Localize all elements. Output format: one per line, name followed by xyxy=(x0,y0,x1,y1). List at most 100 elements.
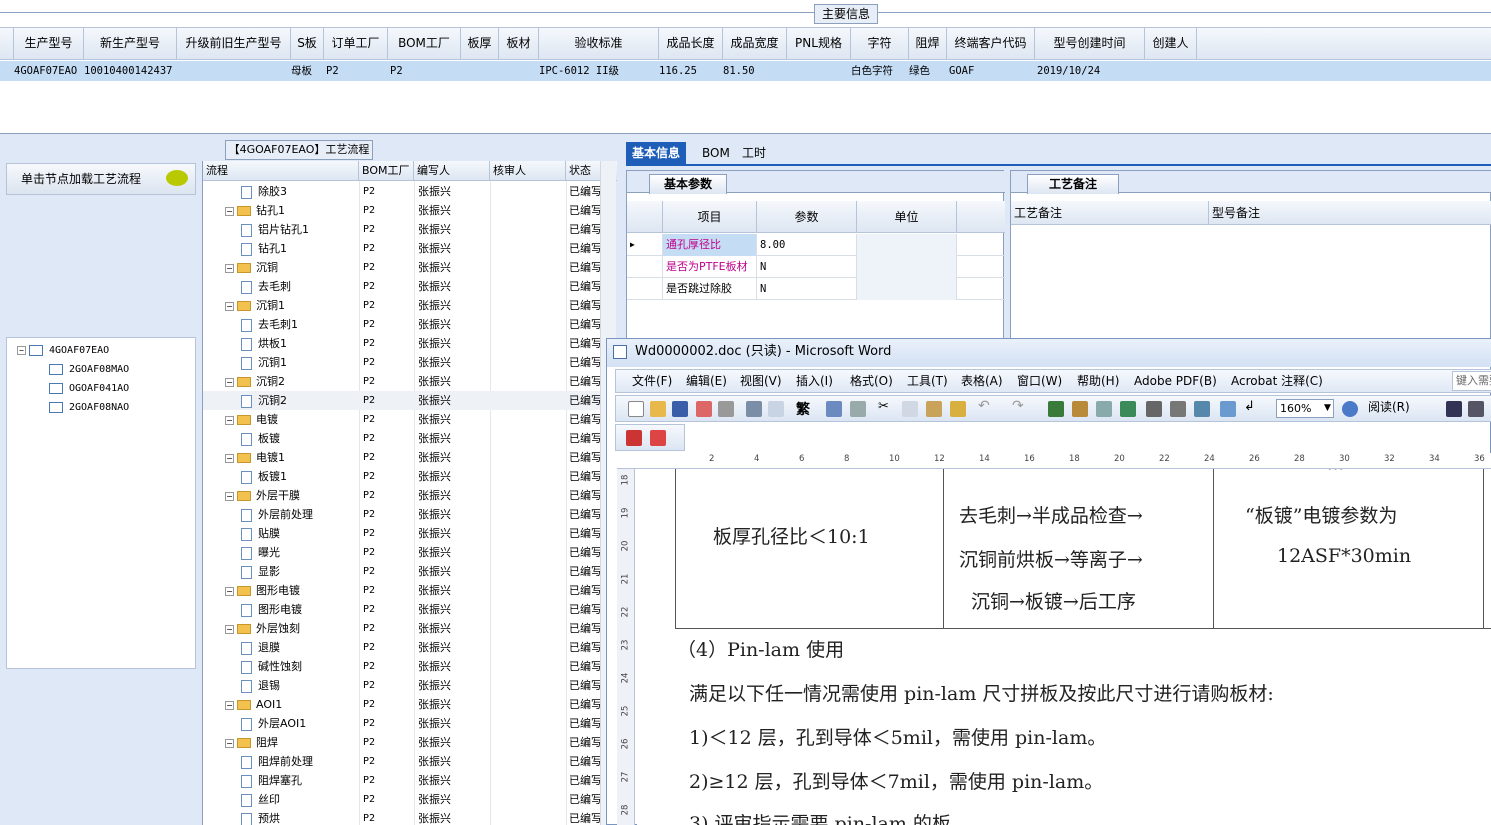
outline-icon[interactable] xyxy=(1468,401,1484,417)
col-header[interactable]: 编写人 xyxy=(414,161,490,181)
param-value[interactable]: N xyxy=(757,278,857,300)
col-header[interactable]: 型号备注 xyxy=(1209,201,1491,225)
table-row[interactable]: 烘板1 P2 张振兴 已编写 xyxy=(203,334,617,353)
help-icon[interactable] xyxy=(1342,401,1358,417)
paragraph-mark-icon[interactable]: ↲ xyxy=(1244,399,1260,415)
collapse-icon[interactable]: − xyxy=(225,700,234,710)
tree-node[interactable]: 2GOAF08MAO xyxy=(49,361,129,379)
table-row[interactable]: − 钻孔1 P2 张振兴 已编写 xyxy=(203,201,617,220)
table-row[interactable]: 4GOAF07EAO 10010400142437 母板 P2 P2 IPC-6… xyxy=(0,61,1491,81)
tab-basic-params[interactable]: 基本参数 xyxy=(649,174,727,194)
columns-icon[interactable] xyxy=(1146,401,1162,417)
table-row[interactable]: 沉铜2 P2 张振兴 已编写 xyxy=(203,391,617,410)
tree-node[interactable]: OGOAF041AO xyxy=(49,380,129,398)
col-header[interactable]: BOM工厂 xyxy=(388,28,461,59)
col-header[interactable]: 生产型号 xyxy=(14,28,84,59)
help-search-input[interactable]: 键入需要 xyxy=(1452,371,1491,391)
copy-icon[interactable] xyxy=(902,401,918,417)
col-header[interactable]: S板 xyxy=(291,28,324,59)
document-page[interactable]: … 板厚孔径比＜10:1 去毛刺→半成品检查→ 沉铜前烘板→等离子→ 沉铜→板镀… xyxy=(637,469,1491,825)
col-header[interactable]: 字符 xyxy=(851,28,909,59)
collapse-icon[interactable]: − xyxy=(225,263,234,273)
tab-work-hours[interactable]: 工时 xyxy=(736,142,772,164)
horizontal-splitter[interactable] xyxy=(0,134,1491,140)
table-row[interactable]: 丝印 P2 张振兴 已编写 xyxy=(203,790,617,809)
table-row[interactable]: 外层前处理 P2 张振兴 已编写 xyxy=(203,505,617,524)
table-row[interactable]: − 图形电镀 P2 张振兴 已编写 xyxy=(203,581,617,600)
collapse-icon[interactable]: − xyxy=(225,491,234,501)
table-row[interactable]: 铝片钻孔1 P2 张振兴 已编写 xyxy=(203,220,617,239)
table-row[interactable]: ▶ 通孔厚径比 8.00 xyxy=(627,234,1005,256)
table-row[interactable]: 退锡 P2 张振兴 已编写 xyxy=(203,676,617,695)
collapse-icon[interactable]: − xyxy=(225,624,234,634)
research-icon[interactable] xyxy=(826,401,842,417)
cut-icon[interactable]: ✂ xyxy=(878,399,894,415)
table-row[interactable]: 钻孔1 P2 张振兴 已编写 xyxy=(203,239,617,258)
menu-window[interactable]: 窗口(W) xyxy=(1017,370,1062,392)
col-header[interactable]: 创建人 xyxy=(1145,28,1197,59)
tab-craft-notes[interactable]: 工艺备注 xyxy=(1027,174,1119,194)
menu-view[interactable]: 视图(V) xyxy=(740,370,782,392)
chevron-down-icon[interactable]: ▼ xyxy=(1324,403,1334,419)
col-header[interactable]: 终端客户代码 xyxy=(947,28,1035,59)
table-row[interactable]: − 阻焊 P2 张振兴 已编写 xyxy=(203,733,617,752)
collapse-icon[interactable]: − xyxy=(225,415,234,425)
col-header[interactable]: 工艺备注 xyxy=(1011,201,1209,225)
table-row[interactable]: − 电镀 P2 张振兴 已编写 xyxy=(203,410,617,429)
read-button[interactable]: 阅读(R) xyxy=(1368,399,1434,418)
collapse-icon[interactable]: − xyxy=(225,453,234,463)
param-unit[interactable] xyxy=(857,234,957,256)
col-header[interactable]: 成品宽度 xyxy=(723,28,787,59)
table-row[interactable]: 贴膜 P2 张振兴 已编写 xyxy=(203,524,617,543)
print-preview-icon[interactable] xyxy=(746,401,762,417)
save-icon[interactable] xyxy=(672,401,688,417)
tree-node[interactable]: 2GOAF08NAO xyxy=(49,399,129,417)
convert-to-pdf-icon[interactable] xyxy=(626,430,642,446)
table-row[interactable]: 除胶3 P2 张振兴 已编写 xyxy=(203,182,617,201)
col-header[interactable]: 项目 xyxy=(663,201,757,233)
menu-format[interactable]: 格式(O) xyxy=(850,370,893,392)
undo-icon[interactable]: ↶ xyxy=(978,398,994,414)
collapse-icon[interactable]: − xyxy=(17,345,26,355)
table-row[interactable]: 曝光 P2 张振兴 已编写 xyxy=(203,543,617,562)
collapse-icon[interactable]: − xyxy=(225,738,234,748)
menu-table[interactable]: 表格(A) xyxy=(961,370,1003,392)
document-map-icon[interactable] xyxy=(1194,401,1210,417)
spelling-icon[interactable] xyxy=(768,401,784,417)
tables-borders-icon[interactable] xyxy=(1072,401,1088,417)
traditional-chinese-icon[interactable]: 繁 xyxy=(796,399,812,418)
convert-and-email-icon[interactable] xyxy=(650,430,666,446)
tree-node[interactable]: −4GOAF07EAO xyxy=(17,342,109,360)
col-header[interactable]: 升级前旧生产型号 xyxy=(177,28,291,59)
table-row[interactable]: 板镀 P2 张振兴 已编写 xyxy=(203,429,617,448)
menu-tools[interactable]: 工具(T) xyxy=(907,370,948,392)
print-icon[interactable] xyxy=(718,401,734,417)
insert-excel-icon[interactable] xyxy=(1120,401,1136,417)
param-value[interactable]: N xyxy=(757,256,857,278)
param-unit[interactable] xyxy=(857,256,957,278)
table-row[interactable]: 板镀1 P2 张振兴 已编写 xyxy=(203,467,617,486)
collapse-icon[interactable]: − xyxy=(225,206,234,216)
paste-icon[interactable] xyxy=(926,401,942,417)
table-row[interactable]: − 沉铜2 P2 张振兴 已编写 xyxy=(203,372,617,391)
param-value[interactable]: 8.00 xyxy=(757,234,857,256)
col-header[interactable]: 板材 xyxy=(499,28,539,59)
table-row[interactable]: 外层AOI1 P2 张振兴 已编写 xyxy=(203,714,617,733)
tab-bom[interactable]: BOM xyxy=(696,142,736,164)
collapse-icon[interactable]: − xyxy=(225,586,234,596)
drawing-icon[interactable] xyxy=(1170,401,1186,417)
col-header[interactable]: 单位 xyxy=(857,201,957,233)
insert-table-icon[interactable] xyxy=(1096,401,1112,417)
table-row[interactable]: − 电镀1 P2 张振兴 已编写 xyxy=(203,448,617,467)
table-row[interactable]: 碱性蚀刻 P2 张振兴 已编写 xyxy=(203,657,617,676)
menu-file[interactable]: 文件(F) xyxy=(632,370,672,392)
col-header[interactable]: 订单工厂 xyxy=(324,28,388,59)
table-row[interactable]: 是否为PTFE板材 N xyxy=(627,256,1005,278)
permission-icon[interactable] xyxy=(696,401,712,417)
col-header[interactable]: 流程 xyxy=(203,161,359,181)
open-icon[interactable] xyxy=(650,401,666,417)
col-header[interactable]: 型号创建时间 xyxy=(1035,28,1145,59)
col-header[interactable]: 参数 xyxy=(757,201,857,233)
table-row[interactable]: 图形电镀 P2 张振兴 已编写 xyxy=(203,600,617,619)
table-row[interactable]: − 外层蚀刻 P2 张振兴 已编写 xyxy=(203,619,617,638)
